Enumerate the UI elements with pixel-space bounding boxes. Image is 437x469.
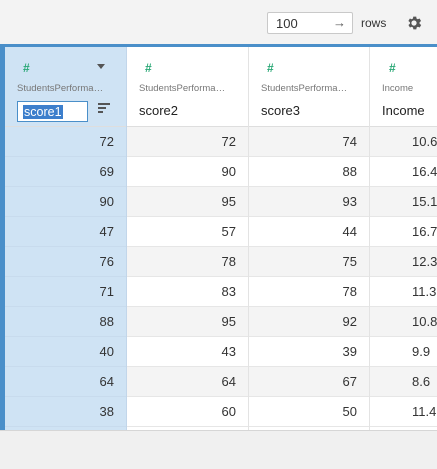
table-cell[interactable]: 64 xyxy=(127,367,248,397)
table-cell[interactable]: 93 xyxy=(249,187,369,217)
table-cell[interactable]: 57 xyxy=(127,217,248,247)
column-source-label: StudentsPerforma… xyxy=(261,83,348,94)
table-cell[interactable]: 9.9 xyxy=(370,337,437,367)
table-cell[interactable]: 88 xyxy=(249,157,369,187)
rows-count-value[interactable]: 100 xyxy=(276,16,298,31)
column-source-label: StudentsPerforma… xyxy=(17,83,104,94)
column-name[interactable]: score2 xyxy=(139,103,178,118)
column-name[interactable]: Income xyxy=(382,103,425,118)
column-header[interactable]: # StudentsPerforma… score2 xyxy=(127,47,248,127)
numeric-type-icon: # xyxy=(267,61,274,75)
table-cell[interactable]: 43 xyxy=(127,337,248,367)
table-cell[interactable]: 38 xyxy=(5,397,126,427)
column-name-selected-text[interactable]: score1 xyxy=(23,105,63,119)
rows-label: rows xyxy=(361,16,387,30)
column-name-input[interactable]: score1 xyxy=(17,101,88,122)
table-cell[interactable]: 75 xyxy=(249,247,369,277)
table-cell[interactable]: 67 xyxy=(249,367,369,397)
arrow-right-icon[interactable]: → xyxy=(333,15,346,30)
column-source-label: StudentsPerforma… xyxy=(139,83,226,94)
table-cell[interactable]: 50 xyxy=(249,397,369,427)
table-cell[interactable]: 90 xyxy=(127,157,248,187)
gear-icon[interactable] xyxy=(405,14,423,32)
table-cell[interactable]: 39 xyxy=(249,337,369,367)
table-cell[interactable]: 12.3 xyxy=(370,247,437,277)
table-cell[interactable]: 47 xyxy=(5,217,126,247)
chevron-down-icon[interactable] xyxy=(97,64,105,69)
column-score2[interactable]: # StudentsPerforma… score2 72 90 95 57 7… xyxy=(127,47,249,433)
table-cell[interactable]: 64 xyxy=(5,367,126,397)
column-name[interactable]: score3 xyxy=(261,103,300,118)
column-header[interactable]: # StudentsPerforma… score1 xyxy=(5,47,126,127)
table-cell[interactable]: 69 xyxy=(5,157,126,187)
table-cell[interactable]: 16.7 xyxy=(370,217,437,247)
table-cell[interactable]: 60 xyxy=(127,397,248,427)
table-cell[interactable]: 90 xyxy=(5,187,126,217)
table-cell[interactable]: 78 xyxy=(127,247,248,277)
table-cell[interactable]: 72 xyxy=(5,127,126,157)
table-cell[interactable]: 8.6 xyxy=(370,367,437,397)
column-header[interactable]: # StudentsPerforma… score3 xyxy=(249,47,369,127)
table-cell[interactable]: 44 xyxy=(249,217,369,247)
table-cell[interactable]: 16.4 xyxy=(370,157,437,187)
table-cell[interactable]: 95 xyxy=(127,307,248,337)
table-cell[interactable]: 74 xyxy=(249,127,369,157)
table-cell[interactable]: 15.1 xyxy=(370,187,437,217)
numeric-type-icon: # xyxy=(389,61,396,75)
table-cell[interactable]: 11.4 xyxy=(370,397,437,427)
column-source-label: Income xyxy=(382,83,414,94)
column-score3[interactable]: # StudentsPerforma… score3 74 88 93 44 7… xyxy=(249,47,370,433)
table-cell[interactable]: 10.6 xyxy=(370,127,437,157)
column-score1[interactable]: # StudentsPerforma… score1 72 69 90 47 7… xyxy=(5,47,127,433)
horizontal-scrollbar[interactable] xyxy=(0,430,437,469)
table-cell[interactable]: 11.3 xyxy=(370,277,437,307)
table-cell[interactable]: 78 xyxy=(249,277,369,307)
rows-count-input[interactable]: 100 → xyxy=(267,12,353,34)
data-grid: # StudentsPerforma… score1 72 69 90 47 7… xyxy=(0,44,437,433)
toolbar: 100 → rows xyxy=(0,0,437,45)
sort-icon[interactable] xyxy=(98,103,110,115)
table-cell[interactable]: 95 xyxy=(127,187,248,217)
table-cell[interactable]: 76 xyxy=(5,247,126,277)
table-cell[interactable]: 92 xyxy=(249,307,369,337)
table-cell[interactable]: 88 xyxy=(5,307,126,337)
table-cell[interactable]: 40 xyxy=(5,337,126,367)
numeric-type-icon: # xyxy=(23,61,30,75)
table-cell[interactable]: 10.8 xyxy=(370,307,437,337)
table-cell[interactable]: 83 xyxy=(127,277,248,307)
numeric-type-icon: # xyxy=(145,61,152,75)
column-income[interactable]: # Income Income 10.6 16.4 15.1 16.7 12.3… xyxy=(370,47,437,433)
column-header[interactable]: # Income Income xyxy=(370,47,437,127)
table-cell[interactable]: 71 xyxy=(5,277,126,307)
table-cell[interactable]: 72 xyxy=(127,127,248,157)
